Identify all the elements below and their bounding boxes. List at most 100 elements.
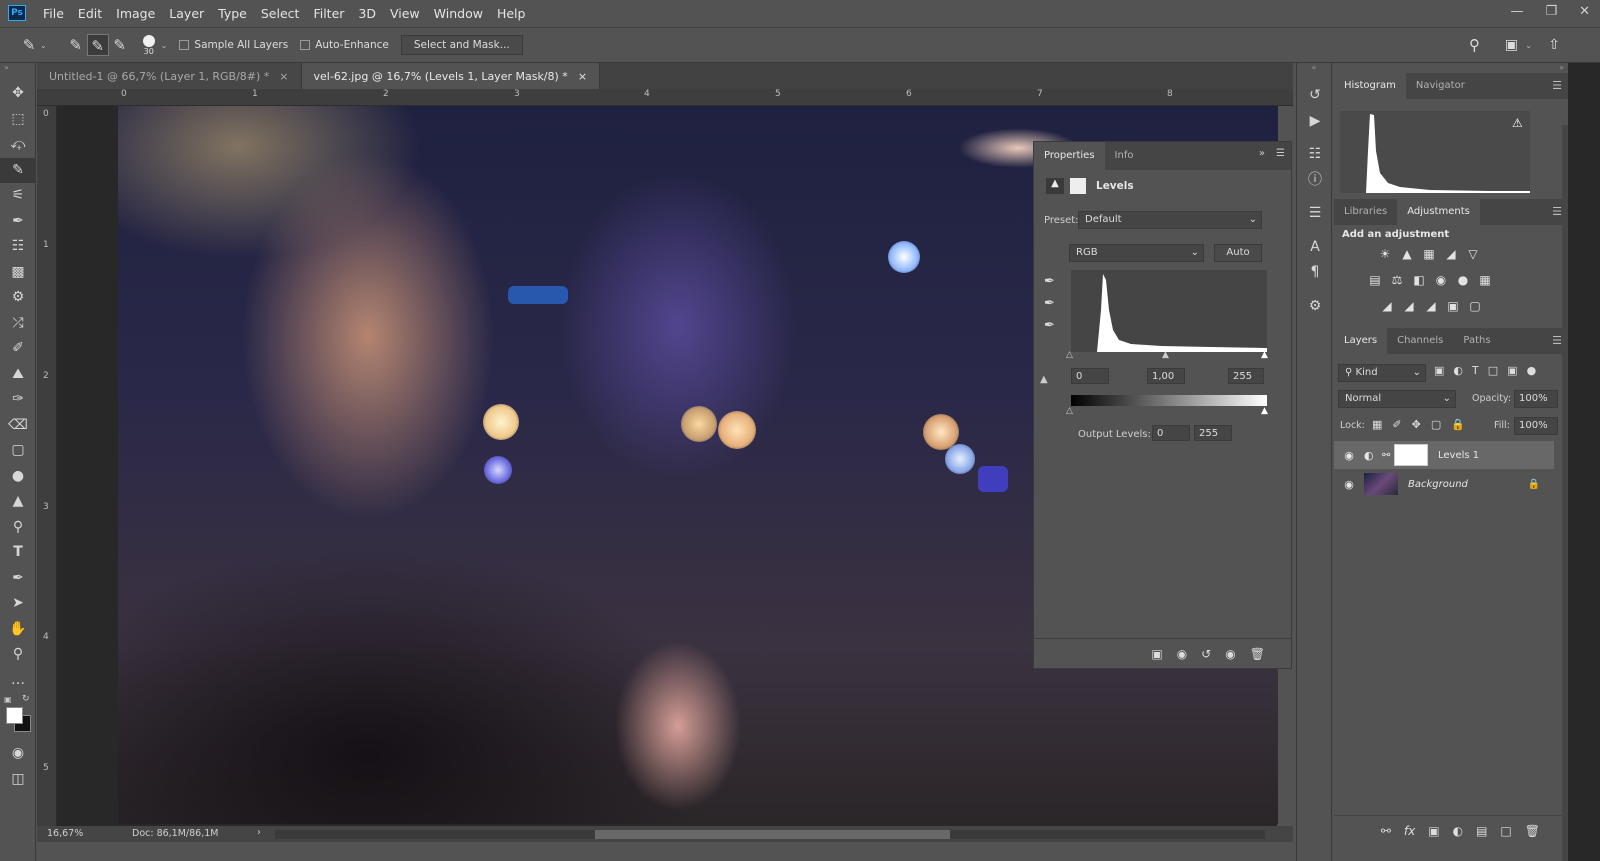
output-white-slider[interactable]: ▲ — [1261, 406, 1268, 416]
restore-icon[interactable]: ❐ — [1545, 4, 1557, 19]
preset-select[interactable]: Default ⌄ — [1078, 211, 1262, 229]
select-and-mask-button[interactable]: Select and Mask... — [400, 35, 523, 55]
zoom-level[interactable]: 16,67% — [47, 828, 83, 839]
collapse-icon[interactable]: » — [0, 63, 35, 81]
white-point-slider[interactable]: ▲ — [1261, 350, 1268, 360]
tab-info[interactable]: Info — [1105, 142, 1144, 170]
blend-mode-select[interactable]: Normal ⌄ — [1338, 390, 1456, 408]
paragraph-panel-icon[interactable]: ¶ — [1297, 260, 1333, 286]
adjustment-filter-icon[interactable]: ◐ — [1453, 364, 1463, 377]
share-icon[interactable]: ⇧ — [1548, 37, 1560, 53]
close-tab-icon[interactable]: × — [578, 70, 587, 83]
foreground-color-swatch[interactable] — [6, 707, 23, 724]
output-white-field[interactable]: 255 — [1194, 425, 1232, 441]
sample-all-layers-checkbox[interactable] — [179, 40, 190, 50]
brush-tool-icon[interactable]: ✐ — [0, 336, 36, 362]
tab-properties[interactable]: Properties — [1034, 142, 1105, 170]
menu-select[interactable]: Select — [261, 6, 300, 21]
brightness-icon[interactable]: ☀ — [1374, 247, 1396, 261]
tab-navigator[interactable]: Navigator — [1406, 73, 1475, 99]
curves-icon[interactable]: ▦ — [1418, 247, 1440, 261]
layer-row-background[interactable]: ◉ Background 🔒 — [1334, 470, 1554, 498]
history-brush-icon[interactable]: ✑ — [0, 387, 36, 413]
photo-filter-icon[interactable]: ◉ — [1430, 273, 1452, 287]
tab-histogram[interactable]: Histogram — [1334, 73, 1406, 99]
close-tab-icon[interactable]: × — [279, 70, 288, 83]
menu-type[interactable]: Type — [218, 6, 247, 21]
levels-icon[interactable]: ▲ — [1396, 247, 1418, 261]
type-filter-icon[interactable]: T — [1472, 364, 1479, 377]
input-white-field[interactable]: 255 — [1228, 368, 1264, 384]
selective-color-icon[interactable]: ▣ — [1442, 299, 1464, 313]
brush-settings-icon[interactable]: ☰ — [1297, 201, 1333, 227]
content-move-icon[interactable]: ⤮ — [0, 311, 36, 337]
warning-icon[interactable]: ⚠ — [1512, 116, 1523, 130]
character-panel-icon[interactable]: A — [1297, 235, 1333, 261]
link-icon[interactable]: ⚯ — [1382, 450, 1394, 461]
layer-row-levels-1[interactable]: ◉ ◐ ⚯ Levels 1 — [1334, 441, 1554, 469]
new-selection-icon[interactable]: ✎ — [65, 34, 87, 56]
color-lookup-icon[interactable]: ▦ — [1474, 273, 1496, 287]
menu-filter[interactable]: Filter — [313, 6, 344, 21]
black-point-slider[interactable]: △ — [1066, 350, 1073, 360]
type-tool-icon[interactable]: T — [0, 540, 36, 566]
content-aware-tool-icon[interactable]: ⚙ — [0, 285, 36, 311]
info-panel-icon[interactable]: ⓘ — [1297, 168, 1333, 194]
minimize-icon[interactable]: — — [1510, 4, 1523, 19]
clipping-warning-icon[interactable]: ▲ — [1040, 374, 1048, 385]
output-black-field[interactable]: 0 — [1152, 425, 1190, 441]
reset-icon[interactable]: ↺ — [1201, 647, 1211, 661]
tab-adjustments[interactable]: Adjustments — [1397, 199, 1480, 225]
trash-icon[interactable]: 🗑 — [1525, 824, 1540, 838]
quick-selection-preset-icon[interactable]: ✎ — [18, 34, 40, 56]
tab-libraries[interactable]: Libraries — [1334, 199, 1397, 225]
chevron-down-icon[interactable]: ⌄ — [1525, 41, 1532, 50]
view-previous-icon[interactable]: ◉ — [1177, 647, 1187, 661]
shape-filter-icon[interactable]: □ — [1488, 364, 1498, 377]
layer-mask-thumbnail[interactable] — [1394, 444, 1428, 466]
swap-colors-icon[interactable]: ↻ — [22, 694, 30, 704]
more-tools-icon[interactable]: … — [0, 668, 36, 694]
lock-artboard-icon[interactable]: ▢ — [1431, 418, 1441, 431]
vibrance-icon[interactable]: ▽ — [1462, 247, 1484, 261]
eraser-tool-icon[interactable]: ⌫ — [0, 413, 36, 439]
collapse-panel-icon[interactable]: » — [1259, 148, 1265, 159]
menu-edit[interactable]: Edit — [78, 6, 102, 21]
properties-panel-icon[interactable]: ☷ — [1297, 142, 1333, 168]
chevron-down-icon[interactable]: ⌄ — [40, 41, 47, 50]
quick-selection-tool-icon[interactable]: ✎ — [0, 157, 36, 183]
layer-name[interactable]: Background — [1408, 479, 1468, 490]
new-adjustment-icon[interactable]: ◐ — [1453, 824, 1463, 838]
black-white-icon[interactable]: ◧ — [1408, 273, 1430, 287]
gradient-tool-icon[interactable]: ▢ — [0, 438, 36, 464]
patch-tool-icon[interactable]: ▩ — [0, 260, 36, 286]
scrollbar-thumb[interactable] — [595, 830, 950, 839]
menu-3d[interactable]: 3D — [358, 6, 376, 21]
invert-icon[interactable]: ◢ — [1376, 299, 1398, 313]
panel-menu-icon[interactable]: ☰ — [1276, 148, 1285, 159]
gradient-map-icon[interactable]: ▢ — [1464, 299, 1486, 313]
new-group-icon[interactable]: ▤ — [1476, 824, 1487, 838]
pen-tool-icon[interactable]: ✒ — [0, 566, 36, 592]
lock-all-icon[interactable]: 🔒 — [1451, 418, 1465, 431]
screen-mode-icon[interactable]: ◫ — [0, 767, 36, 793]
output-black-slider[interactable]: △ — [1066, 406, 1073, 416]
quick-mask-icon[interactable]: ◉ — [0, 741, 36, 767]
menu-image[interactable]: Image — [116, 6, 155, 21]
mask-icon[interactable] — [1070, 178, 1086, 194]
panel-menu-icon[interactable]: ☰ — [1552, 334, 1562, 347]
zoom-tool-icon[interactable]: ⚲ — [0, 642, 36, 668]
channel-select[interactable]: RGB ⌄ — [1069, 244, 1204, 262]
move-tool-icon[interactable]: ✥ — [0, 81, 36, 107]
subtract-selection-icon[interactable]: ✎ — [109, 34, 131, 56]
opacity-field[interactable]: 100% — [1514, 390, 1558, 408]
collapse-icon[interactable]: « — [1297, 63, 1331, 73]
visibility-eye-icon[interactable]: ◉ — [1334, 478, 1364, 491]
smart-object-filter-icon[interactable]: ▣ — [1507, 364, 1517, 377]
workspace-icon[interactable]: ▣ — [1505, 37, 1518, 53]
blur-tool-icon[interactable]: ● — [0, 464, 36, 490]
tab-paths[interactable]: Paths — [1453, 328, 1500, 354]
gray-eyedropper-icon[interactable]: ✒ — [1044, 296, 1055, 311]
chevron-right-icon[interactable]: › — [257, 827, 261, 838]
tab-layers[interactable]: Layers — [1334, 328, 1388, 354]
